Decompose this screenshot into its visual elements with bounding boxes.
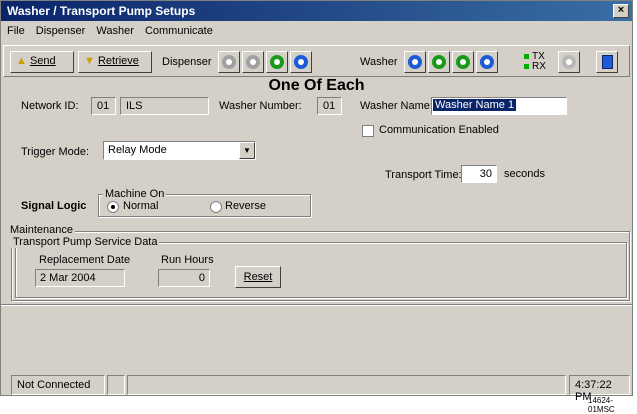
setup-heading: One Of Each — [268, 77, 365, 94]
toolbar: ▲ Send ▼ Retrieve Dispenser Washer TX RX — [3, 45, 630, 77]
washer-info-button[interactable] — [476, 51, 498, 73]
send-button[interactable]: ▲ Send — [10, 51, 74, 73]
transport-time-unit: seconds — [504, 168, 545, 180]
trigger-mode-label: Trigger Mode: — [21, 146, 90, 158]
run-hours-label: Run Hours — [161, 254, 214, 266]
exit-door-icon — [602, 55, 613, 69]
washer-sync-button[interactable] — [404, 51, 426, 73]
network-id-label: Network ID: — [21, 100, 79, 112]
window-title: Washer / Transport Pump Setups — [7, 4, 196, 18]
menu-bar: File Dispenser Washer Communicate — [1, 21, 632, 43]
transport-time-input[interactable]: 30 — [461, 165, 497, 183]
reverse-radio[interactable] — [210, 201, 222, 213]
app-window: Washer / Transport Pump Setups × File Di… — [0, 0, 633, 403]
rx-label: RX — [532, 61, 546, 72]
normal-radio[interactable] — [107, 201, 119, 213]
menu-dispenser[interactable]: Dispenser — [36, 25, 86, 37]
signal-logic-label: Signal Logic — [21, 200, 87, 212]
trigger-mode-value: Relay Mode — [108, 144, 167, 156]
washer-number-label: Washer Number: — [219, 100, 302, 112]
footer-code: 14624-01MSC — [588, 396, 615, 414]
dispenser-stop-button[interactable] — [218, 51, 240, 73]
reverse-label: Reverse — [225, 200, 266, 212]
reset-button[interactable]: Reset — [235, 266, 281, 288]
status-time: 4:37:22 PM — [569, 375, 630, 403]
toolbar-disabled-button[interactable] — [558, 51, 580, 73]
retrieve-icon: ▼ — [84, 55, 95, 67]
menu-communicate[interactable]: Communicate — [145, 25, 213, 37]
send-icon: ▲ — [16, 55, 27, 67]
replacement-date-label: Replacement Date — [39, 254, 131, 266]
washer-name-label: Washer Name: — [360, 100, 433, 112]
info-icon — [480, 55, 494, 69]
washer-play-button[interactable] — [452, 51, 474, 73]
communication-enabled-label: Communication Enabled — [379, 124, 499, 136]
stop-icon — [222, 55, 236, 69]
sync-icon — [408, 55, 422, 69]
close-button[interactable]: × — [613, 4, 629, 18]
chevron-down-icon[interactable]: ▼ — [239, 142, 255, 159]
transport-time-label: Transport Time: — [385, 169, 462, 181]
dispenser-pause-button[interactable] — [242, 51, 264, 73]
trigger-mode-select[interactable]: Relay Mode ▼ — [103, 141, 256, 160]
network-name-field: ILS — [120, 97, 209, 115]
play-icon — [270, 55, 284, 69]
run-hours-field: 0 — [158, 269, 210, 287]
retrieve-label: Retrieve — [97, 55, 139, 67]
dispenser-label: Dispenser — [162, 56, 212, 68]
connection-status: Not Connected — [11, 375, 105, 395]
replacement-date-field: 2 Mar 2004 — [35, 269, 125, 287]
status-pane — [127, 375, 566, 395]
retrieve-button[interactable]: ▼ Retrieve — [78, 51, 152, 73]
network-id-field: 01 — [91, 97, 116, 115]
normal-label: Normal — [123, 200, 159, 212]
maintenance-title: Maintenance — [8, 224, 75, 236]
status-pane — [107, 375, 125, 395]
washer-label: Washer — [360, 56, 398, 68]
play-icon — [456, 55, 470, 69]
washer-number-field: 01 — [317, 97, 342, 115]
dispenser-play-button[interactable] — [266, 51, 288, 73]
communication-enabled-checkbox[interactable] — [362, 125, 374, 137]
menu-washer[interactable]: Washer — [96, 25, 134, 37]
empty-panel — [1, 304, 632, 370]
service-data-title: Transport Pump Service Data — [11, 236, 160, 248]
rx-led-icon — [524, 64, 529, 69]
dispenser-info-button[interactable] — [290, 51, 312, 73]
stop-icon — [432, 55, 446, 69]
washer-stop-button[interactable] — [428, 51, 450, 73]
title-bar: Washer / Transport Pump Setups × — [1, 1, 632, 21]
info-icon — [294, 55, 308, 69]
send-label: Send — [29, 55, 56, 67]
machine-on-label: Machine On — [103, 188, 167, 200]
washer-name-input[interactable]: Washer Name 1 — [431, 97, 567, 115]
exit-button[interactable] — [596, 51, 618, 73]
stop-icon — [562, 55, 576, 69]
washer-name-value: Washer Name 1 — [433, 99, 517, 111]
pause-icon — [246, 55, 260, 69]
tx-led-icon — [524, 54, 529, 59]
menu-file[interactable]: File — [7, 25, 25, 37]
